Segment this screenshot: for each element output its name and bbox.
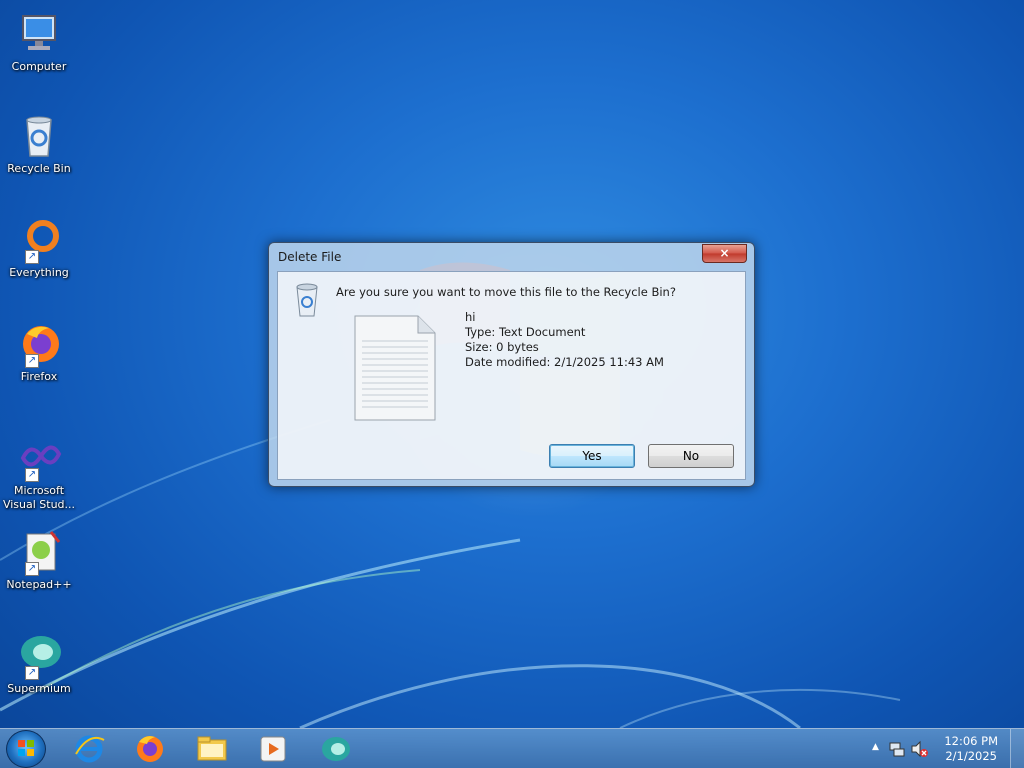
close-button[interactable]: ×	[702, 244, 747, 263]
shortcut-arrow-icon: ↗	[25, 666, 39, 680]
desktop-icon-firefox[interactable]: ↗ Firefox	[2, 320, 76, 384]
desktop-icon-everything[interactable]: ↗ Everything	[2, 216, 76, 280]
everything-icon: ↗	[15, 216, 63, 264]
dialog-title: Delete File	[278, 250, 342, 264]
desktop-icon-label: Microsoft Visual Stud...	[2, 484, 76, 511]
dialog-body: Are you sure you want to move this file …	[277, 271, 746, 480]
desktop-icon-recycle-bin[interactable]: Recycle Bin	[2, 112, 76, 176]
shortcut-arrow-icon: ↗	[25, 250, 39, 264]
confirm-question: Are you sure you want to move this file …	[336, 285, 676, 299]
file-explorer-icon[interactable]	[195, 732, 229, 766]
file-size: Size: 0 bytes	[465, 340, 539, 354]
file-type: Type: Text Document	[465, 325, 586, 339]
supermium-icon: ↗	[15, 632, 63, 680]
firefox-icon: ↗	[15, 320, 63, 368]
firefox-icon[interactable]	[133, 732, 167, 766]
desktop-icon-notepadpp[interactable]: ↗ Notepad++	[2, 528, 76, 592]
shortcut-arrow-icon: ↗	[25, 562, 39, 576]
taskbar: ▲ 12:06 PM 2/1/2025	[0, 728, 1024, 768]
start-button[interactable]	[6, 730, 46, 768]
delete-file-dialog: Delete File × Are you sure you want to m…	[268, 242, 755, 487]
desktop-icon-computer[interactable]: Computer	[2, 10, 76, 74]
desktop-icon-label: Computer	[11, 60, 67, 73]
windows-logo-icon	[18, 740, 34, 756]
clock[interactable]: 12:06 PM 2/1/2025	[944, 734, 998, 764]
desktop-icon-label: Supermium	[7, 682, 71, 695]
recycle-bin-icon	[292, 282, 322, 318]
file-name: hi	[465, 310, 476, 324]
system-tray: ▲ 12:06 PM 2/1/2025	[864, 729, 1024, 768]
supermium-icon[interactable]	[319, 732, 353, 766]
notepadpp-icon: ↗	[15, 528, 63, 576]
visual-studio-icon: ↗	[15, 434, 63, 482]
desktop-icon-label: Firefox	[20, 370, 58, 383]
recycle-bin-icon	[15, 112, 63, 160]
shortcut-arrow-icon: ↗	[25, 354, 39, 368]
media-player-icon[interactable]	[256, 732, 290, 766]
yes-button[interactable]: Yes	[549, 444, 635, 468]
show-hidden-icons-button[interactable]: ▲	[872, 742, 879, 752]
clock-date: 2/1/2025	[945, 749, 997, 763]
internet-explorer-icon[interactable]	[72, 732, 106, 766]
desktop-icon-label: Everything	[9, 266, 69, 279]
text-document-icon	[354, 315, 436, 421]
show-desktop-button[interactable]	[1010, 729, 1024, 768]
file-info: hi Type: Text Document Size: 0 bytes Dat…	[465, 310, 664, 370]
desktop-icon-visual-studio[interactable]: ↗ Microsoft Visual Stud...	[2, 434, 76, 512]
desktop-icon-label: Recycle Bin	[7, 162, 71, 175]
clock-time: 12:06 PM	[944, 734, 998, 748]
no-button[interactable]: No	[648, 444, 734, 468]
desktop-icon-label: Notepad++	[6, 578, 72, 591]
shortcut-arrow-icon: ↗	[25, 468, 39, 482]
file-date-modified: Date modified: 2/1/2025 11:43 AM	[465, 355, 664, 369]
desktop-icon-supermium[interactable]: ↗ Supermium	[2, 632, 76, 696]
computer-icon	[15, 10, 63, 58]
network-icon[interactable]	[888, 740, 906, 758]
volume-muted-icon[interactable]	[910, 740, 928, 758]
